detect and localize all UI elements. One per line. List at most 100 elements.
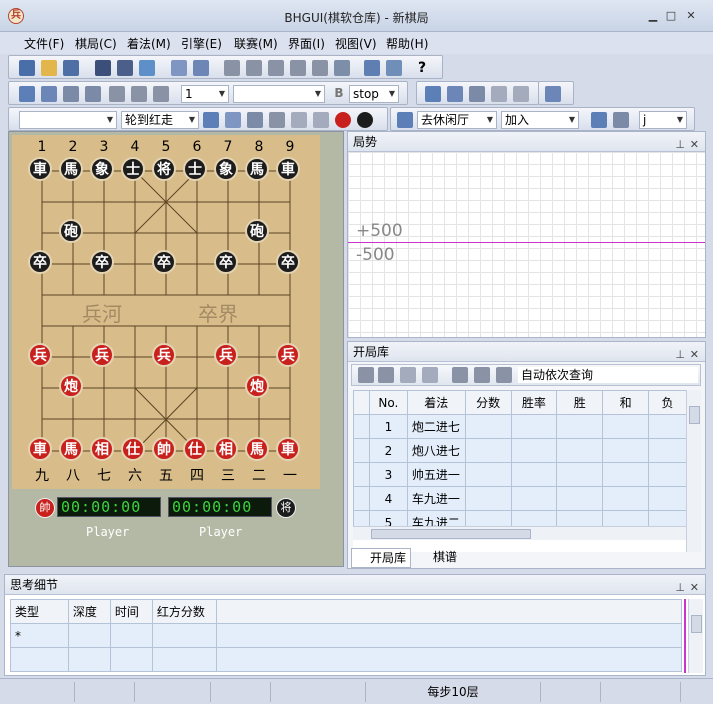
black-pawn[interactable]: 卒 [28,250,52,274]
col-header[interactable]: 分数 [464,390,512,415]
black-cannon[interactable]: 砲 [245,219,269,243]
red-chariot[interactable]: 車 [28,437,52,461]
col-header[interactable]: 和 [602,390,650,415]
col-header[interactable]: No. [368,390,408,415]
maximize-icon[interactable]: □ [664,9,678,23]
menu-help[interactable]: 帮助(H) [386,35,428,52]
user-icon[interactable] [247,112,263,128]
tab-opening-book[interactable]: 开局库 [351,548,411,568]
help-icon[interactable]: ? [414,60,430,76]
col-header[interactable]: 时间 [109,599,153,624]
menu-interface[interactable]: 界面(I) [288,35,325,52]
black-elephant[interactable]: 象 [214,157,238,181]
export-icon[interactable] [496,367,512,383]
scroll-thumb[interactable] [689,406,700,424]
download-icon[interactable] [613,112,629,128]
erase-icon[interactable] [422,367,438,383]
skip-back-icon[interactable] [491,86,507,102]
menu-league[interactable]: 联赛(M) [234,35,278,52]
black-pawn[interactable]: 卒 [90,250,114,274]
last-move-icon[interactable] [290,60,306,76]
turn-select[interactable]: 轮到红走 ▼ [121,111,199,129]
scroll-thumb[interactable] [691,615,702,633]
black-horse[interactable]: 馬 [245,157,269,181]
black-pawn[interactable]: 卒 [152,250,176,274]
minimize-icon[interactable]: ▁ [646,9,660,23]
vertical-scrollbar[interactable] [686,390,701,552]
black-chariot[interactable]: 車 [276,157,300,181]
xiangqi-board[interactable]: 兵河 卒界 1 2 3 4 5 6 7 8 9 九 八 七 六 五 四 三 二 … [12,135,320,489]
open-icon[interactable] [41,60,57,76]
load-icon[interactable] [41,86,57,102]
hint-icon[interactable] [109,86,125,102]
black-horse[interactable]: 馬 [59,157,83,181]
disconnect-icon[interactable] [225,112,241,128]
scroll-thumb[interactable] [371,529,531,539]
black-general-icon[interactable] [357,112,373,128]
search-icon[interactable] [131,86,147,102]
red-cannon[interactable]: 炮 [245,374,269,398]
pin-icon[interactable]: ⊥ [675,345,685,365]
table-row[interactable]: 4 车九进一 [353,486,687,511]
tab-game-record[interactable]: 棋谱 [415,548,475,568]
window2-icon[interactable] [313,112,329,128]
col-header[interactable]: 类型 [10,599,69,624]
lock-icon[interactable] [400,367,416,383]
col-header[interactable]: 深度 [67,599,111,624]
table-row[interactable]: * [10,623,683,648]
col-header[interactable]: 红方分数 [151,599,217,624]
table-icon[interactable] [591,112,607,128]
col-header[interactable]: 负 [648,390,687,415]
player-select[interactable]: ▼ [19,111,117,129]
table-row[interactable]: 1 炮二进七 [353,414,687,439]
red-pawn[interactable]: 兵 [90,343,114,367]
red-general[interactable]: 帥 [152,437,176,461]
window-icon[interactable] [386,60,402,76]
close-icon[interactable]: ✕ [690,578,699,598]
first-move-icon[interactable] [224,60,240,76]
level-select[interactable]: 1 ▼ [181,85,229,103]
edit-board-icon[interactable] [95,60,111,76]
red-cannon[interactable]: 炮 [59,374,83,398]
menu-moves[interactable]: 着法(M) [127,35,171,52]
menu-game[interactable]: 棋局(C) [75,35,117,52]
black-advisor[interactable]: 士 [183,157,207,181]
black-pawn[interactable]: 卒 [214,250,238,274]
refresh-icon[interactable] [513,86,529,102]
red-general-icon[interactable] [335,112,351,128]
red-horse[interactable]: 馬 [245,437,269,461]
hall-icon[interactable] [397,112,413,128]
save-icon[interactable] [63,60,79,76]
bold-icon[interactable]: B [331,86,347,102]
grid-icon[interactable] [425,86,441,102]
menu-view[interactable]: 视图(V) [335,35,377,52]
new-icon[interactable] [19,60,35,76]
new-game-icon[interactable] [19,86,35,102]
horizontal-scrollbar[interactable] [353,526,686,540]
screenshot-icon[interactable] [193,60,209,76]
black-elephant[interactable]: 象 [90,157,114,181]
connect-icon[interactable] [203,112,219,128]
menu-engine[interactable]: 引擎(E) [181,35,222,52]
merge-icon[interactable] [474,367,490,383]
black-cannon[interactable]: 砲 [59,219,83,243]
auto-query-field[interactable]: 自动依次查询 [518,367,698,383]
hall-select[interactable]: 去休闲厅 ▼ [417,111,497,129]
table-row[interactable]: 3 帅五进一 [353,462,687,487]
col-header[interactable]: 着法 [406,390,466,415]
table-row[interactable] [10,647,683,672]
copy-icon[interactable] [171,60,187,76]
layout-icon[interactable] [447,86,463,102]
black-pawn[interactable]: 卒 [276,250,300,274]
red-pawn[interactable]: 兵 [28,343,52,367]
gear-icon[interactable] [269,112,285,128]
computer2-icon[interactable] [85,86,101,102]
panel-icon[interactable] [545,86,561,102]
next-move-icon[interactable] [268,60,284,76]
red-pawn[interactable]: 兵 [214,343,238,367]
lightning-icon[interactable] [358,367,374,383]
undo-icon[interactable] [312,60,328,76]
red-pawn[interactable]: 兵 [152,343,176,367]
close-icon[interactable]: ✕ [684,9,698,23]
engine-select[interactable]: ▼ [233,85,325,103]
